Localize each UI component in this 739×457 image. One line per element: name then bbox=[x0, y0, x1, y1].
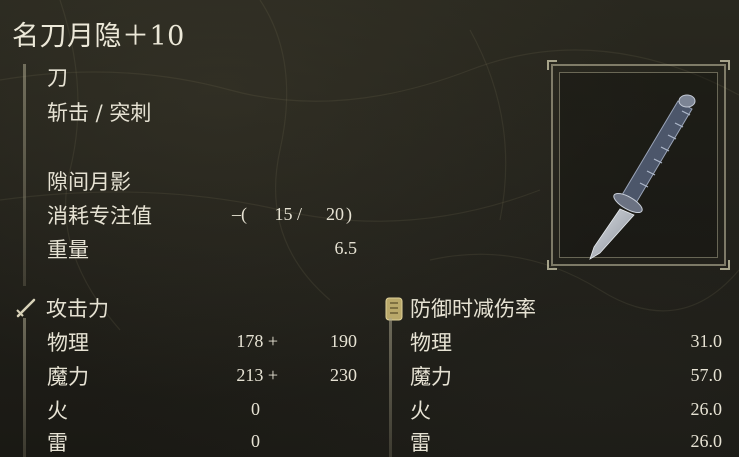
attack-row-total: 230 bbox=[330, 365, 357, 385]
divider-line bbox=[23, 318, 26, 457]
weight-value: 6.5 bbox=[334, 238, 358, 258]
attack-type: 斩击 / 突刺 bbox=[47, 101, 152, 125]
katana-icon bbox=[589, 94, 696, 260]
attack-row-base: 213 + bbox=[236, 365, 278, 385]
attack-row-label: 火 bbox=[47, 399, 68, 423]
divider-line bbox=[23, 64, 26, 286]
attack-row-base: 178 + bbox=[236, 331, 278, 351]
attack-row-base: 0 bbox=[251, 399, 260, 419]
frame-corner bbox=[720, 60, 730, 70]
guard-row-label: 魔力 bbox=[410, 365, 452, 389]
guard-row-value: 26.0 bbox=[690, 399, 723, 419]
attack-row-label: 魔力 bbox=[47, 365, 89, 389]
weapon-image-frame bbox=[547, 60, 730, 270]
attack-row-total: 190 bbox=[330, 331, 357, 351]
weapon-type: 刀 bbox=[47, 66, 68, 90]
sword-icon bbox=[16, 298, 36, 318]
frame-corner bbox=[547, 60, 557, 70]
fp-cost-suffix: ) bbox=[346, 204, 352, 224]
attack-row-label: 雷 bbox=[47, 431, 68, 455]
guard-row-label: 雷 bbox=[410, 431, 431, 455]
guard-title: 防御时减伤率 bbox=[410, 297, 536, 321]
guard-row-label: 物理 bbox=[410, 331, 452, 355]
frame-corner bbox=[547, 260, 557, 270]
fp-cost-value-2: 20 bbox=[326, 204, 344, 224]
divider-line bbox=[389, 318, 392, 457]
guard-row-value: 31.0 bbox=[690, 331, 723, 351]
weapon-name: 名刀月隐＋10 bbox=[12, 21, 185, 52]
weapon-image-panel bbox=[559, 72, 718, 260]
guard-row-value: 26.0 bbox=[690, 431, 723, 451]
skill-name: 隙间月影 bbox=[47, 170, 131, 194]
guard-row-label: 火 bbox=[410, 399, 431, 423]
attack-power-title: 攻击力 bbox=[46, 297, 109, 321]
guard-row-value: 57.0 bbox=[690, 365, 723, 385]
fp-cost-value-1: 15 / bbox=[274, 204, 302, 224]
fp-cost-label: 消耗专注值 bbox=[47, 204, 152, 228]
shield-icon bbox=[385, 297, 403, 321]
attack-row-base: 0 bbox=[251, 431, 260, 451]
attack-row-label: 物理 bbox=[47, 331, 89, 355]
weight-label: 重量 bbox=[47, 238, 89, 262]
